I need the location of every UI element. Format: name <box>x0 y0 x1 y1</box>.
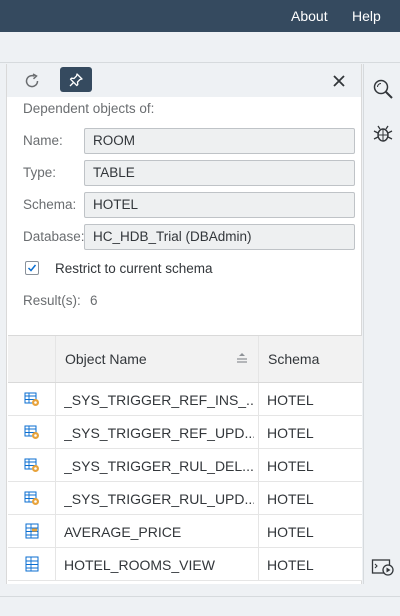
column-header-label: Object Name <box>65 351 147 367</box>
type-field[interactable]: TABLE <box>84 160 355 186</box>
database-field[interactable]: HC_HDB_Trial (DBAdmin) <box>84 224 355 250</box>
restrict-schema-label[interactable]: Restrict to current schema <box>55 261 213 276</box>
name-field[interactable]: ROOM <box>84 128 355 154</box>
status-bar <box>0 596 400 616</box>
close-icon <box>333 75 345 87</box>
object-schema: HOTEL <box>267 425 314 441</box>
trigger-icon <box>24 425 39 439</box>
object-schema: HOTEL <box>267 557 314 573</box>
close-button[interactable] <box>327 68 351 94</box>
table-row[interactable]: _SYS_TRIGGER_REF_UPD... HOTEL <box>8 416 362 449</box>
view-icon <box>25 556 39 572</box>
help-menu[interactable]: Help <box>352 0 381 32</box>
trigger-icon <box>24 458 39 472</box>
dependent-objects-table: Object Name Schema _SYS_TRIGGER_REF_INS_… <box>8 335 362 581</box>
refresh-button[interactable] <box>19 68 45 94</box>
column-header-object-name[interactable]: Object Name <box>56 336 259 382</box>
type-label: Type: <box>23 165 57 180</box>
panel-title: Dependent objects of: <box>23 101 155 116</box>
procedure-icon <box>25 523 39 539</box>
dependent-objects-panel: Dependent objects of: Name: ROOM Type: T… <box>6 64 362 584</box>
right-sidebar <box>363 64 400 584</box>
object-name: AVERAGE_PRICE <box>64 524 182 540</box>
schema-label: Schema: <box>23 197 77 212</box>
header-icon-column <box>8 336 56 382</box>
table-row[interactable]: AVERAGE_PRICE HOTEL <box>8 515 362 548</box>
object-name: _SYS_TRIGGER_REF_UPD... <box>64 425 254 441</box>
trigger-icon <box>24 392 39 406</box>
panel-header <box>7 64 361 97</box>
search-icon <box>373 79 393 99</box>
run-console-button[interactable] <box>371 555 395 579</box>
object-name: _SYS_TRIGGER_RUL_UPD... <box>64 491 254 507</box>
object-name: _SYS_TRIGGER_RUL_DEL... <box>64 458 254 474</box>
results-count: 6 <box>90 293 98 308</box>
table-header: Object Name Schema <box>8 336 362 383</box>
object-schema: HOTEL <box>267 392 314 408</box>
column-header-schema[interactable]: Schema <box>259 336 362 382</box>
refresh-icon <box>25 73 39 88</box>
about-menu[interactable]: About <box>291 0 328 32</box>
pin-button[interactable] <box>60 67 92 92</box>
object-schema: HOTEL <box>267 524 314 540</box>
object-name: _SYS_TRIGGER_REF_INS_... <box>64 392 254 408</box>
pin-icon <box>69 72 83 86</box>
results-label: Result(s): <box>23 293 81 308</box>
play-console-icon <box>371 559 394 576</box>
column-header-label: Schema <box>268 351 320 367</box>
table-row[interactable]: HOTEL_ROOMS_VIEW HOTEL <box>8 548 362 581</box>
checkmark-icon <box>27 264 37 272</box>
object-name: HOTEL_ROOMS_VIEW <box>64 557 215 573</box>
table-row[interactable]: _SYS_TRIGGER_RUL_UPD... HOTEL <box>8 482 362 515</box>
table-row[interactable]: _SYS_TRIGGER_REF_INS_... HOTEL <box>8 383 362 416</box>
database-label: Database: <box>23 229 85 244</box>
search-button[interactable] <box>371 77 395 101</box>
restrict-schema-checkbox[interactable] <box>25 261 39 275</box>
object-schema: HOTEL <box>267 458 314 474</box>
shell-bar: About Help <box>0 0 400 32</box>
debug-button[interactable] <box>371 122 395 146</box>
trigger-icon <box>24 491 39 505</box>
sort-ascending-icon[interactable] <box>236 353 248 363</box>
bug-icon <box>373 125 393 142</box>
table-row[interactable]: _SYS_TRIGGER_RUL_DEL... HOTEL <box>8 449 362 482</box>
schema-field[interactable]: HOTEL <box>84 192 355 218</box>
toolbar-strip <box>0 32 400 63</box>
name-label: Name: <box>23 133 63 148</box>
object-schema: HOTEL <box>267 491 314 507</box>
